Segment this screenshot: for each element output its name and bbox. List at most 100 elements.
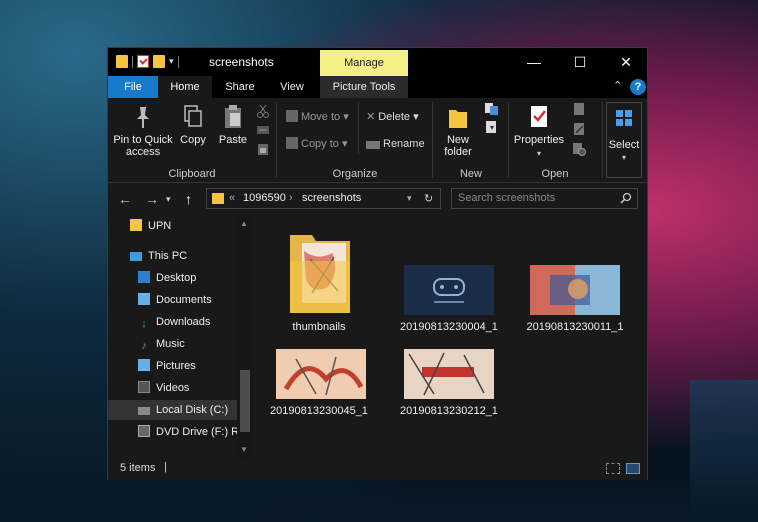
ribbon-tabs: File Home Share View Picture Tools: [108, 76, 647, 98]
refresh-icon[interactable]: ↻: [424, 192, 433, 205]
breadcrumb-item[interactable]: screenshots: [302, 192, 361, 204]
file-name: 20190813230212_1: [400, 405, 498, 417]
file-list: thumbnails 20190813230004_1 201908132300…: [254, 215, 647, 458]
file-item[interactable]: 20190813230212_1: [384, 335, 514, 445]
nav-item-label: This PC: [148, 250, 188, 262]
organize-group: Move to ▾ Copy to ▾ ✕ Delete ▾ Rename Org…: [280, 98, 430, 182]
divider: [508, 102, 509, 178]
nav-item-this-pc[interactable]: This PC: [130, 246, 187, 266]
collapse-ribbon-chevron-icon[interactable]: ⌃: [613, 79, 622, 92]
move-to-button[interactable]: Move to ▾: [286, 108, 349, 126]
nav-item-documents[interactable]: Documents: [138, 290, 212, 310]
copy-path-icon[interactable]: [256, 124, 270, 136]
file-item[interactable]: thumbnails: [254, 215, 384, 335]
up-arrow-icon[interactable]: ↑: [185, 191, 192, 207]
paste-button[interactable]: Paste: [214, 104, 252, 146]
pin-quick-access-button[interactable]: Pin to Quick access: [113, 104, 173, 158]
clipboard-group-label: Clipboard: [168, 168, 216, 180]
scroll-up-icon[interactable]: ▲: [240, 219, 248, 228]
nav-item-label: Music: [156, 338, 185, 350]
tab-manage[interactable]: Manage: [320, 50, 408, 76]
new-folder-icon[interactable]: [153, 55, 165, 68]
copy-to-label: Copy to: [301, 138, 339, 150]
breadcrumb-overflow[interactable]: «: [229, 192, 235, 204]
search-placeholder: Search screenshots: [458, 192, 556, 204]
select-label: Select: [608, 139, 640, 151]
easy-access-icon[interactable]: [484, 120, 500, 134]
copy-to-button[interactable]: Copy to ▾: [286, 135, 348, 153]
delete-icon: ✕: [366, 111, 376, 123]
tab-home[interactable]: Home: [158, 76, 212, 98]
rename-button[interactable]: Rename: [366, 135, 425, 153]
nav-item-upn[interactable]: UPN: [130, 216, 171, 236]
nav-scrollbar[interactable]: ▲ ▼: [237, 215, 253, 458]
edit-icon[interactable]: [572, 122, 586, 136]
tab-view[interactable]: View: [268, 76, 316, 98]
close-button[interactable]: ✕: [603, 48, 649, 76]
minimize-button[interactable]: —: [511, 48, 557, 76]
scroll-down-icon[interactable]: ▼: [240, 445, 248, 454]
nav-item-music[interactable]: ♪ Music: [138, 334, 185, 354]
tab-share[interactable]: Share: [212, 76, 268, 98]
file-name: 20190813230011_1: [526, 321, 624, 333]
select-button[interactable]: Select ▾: [606, 102, 642, 178]
copy-icon: [184, 105, 202, 127]
nav-item-local-disk[interactable]: Local Disk (C:): [108, 400, 237, 420]
nav-item-label: Videos: [156, 382, 190, 394]
properties-icon[interactable]: [137, 55, 149, 68]
new-folder-button[interactable]: New folder: [438, 104, 478, 158]
downloads-icon: ↓: [141, 318, 147, 330]
computer-icon: [130, 252, 142, 261]
tab-picture-tools[interactable]: Picture Tools: [320, 76, 408, 98]
nav-item-pictures[interactable]: Pictures: [138, 356, 196, 376]
properties-label: Properties: [513, 134, 565, 146]
nav-item-desktop[interactable]: Desktop: [138, 268, 196, 288]
breadcrumb-item[interactable]: 1096590: [243, 192, 286, 204]
organize-group-label: Organize: [332, 168, 378, 180]
paste-shortcut-icon[interactable]: [257, 142, 269, 156]
nav-item-downloads[interactable]: ↓ Downloads: [138, 312, 210, 332]
file-name: 20190813230004_1: [400, 321, 498, 333]
delete-button[interactable]: ✕ Delete ▾: [366, 108, 419, 126]
properties-icon: [531, 106, 547, 127]
file-item[interactable]: 20190813230004_1: [384, 215, 514, 335]
maximize-button[interactable]: ☐: [557, 48, 603, 76]
cut-icon[interactable]: [256, 104, 270, 118]
back-arrow-icon[interactable]: ←: [118, 191, 132, 207]
properties-button[interactable]: Properties ▾: [512, 104, 566, 160]
help-icon[interactable]: ?: [630, 79, 646, 95]
new-item-icon[interactable]: [484, 102, 500, 116]
new-group: New folder New: [434, 98, 508, 182]
paste-icon: [225, 105, 241, 128]
new-folder-icon: [449, 110, 467, 128]
desktop-icon: [138, 271, 150, 283]
history-icon[interactable]: [572, 142, 586, 156]
details-view-icon[interactable]: [606, 463, 620, 474]
tab-file[interactable]: File: [108, 76, 158, 98]
select-icon: [616, 110, 632, 126]
open-icon[interactable]: [572, 102, 586, 116]
videos-icon: [138, 381, 150, 393]
divider: [432, 102, 433, 178]
nav-item-dvd-drive[interactable]: DVD Drive (F:) Re: [138, 422, 245, 442]
forward-arrow-icon[interactable]: →: [145, 191, 159, 207]
address-dropdown-chevron-icon[interactable]: ▾: [407, 193, 412, 204]
file-item[interactable]: 20190813230011_1: [510, 215, 640, 335]
address-bar[interactable]: « 1096590 › screenshots ▾ ↻: [206, 188, 441, 209]
large-icons-view-icon[interactable]: [626, 463, 640, 474]
breadcrumb-separator[interactable]: ›: [289, 192, 293, 204]
search-input[interactable]: Search screenshots: [451, 188, 638, 209]
open-group: Properties ▾ Open: [510, 98, 600, 182]
copy-button[interactable]: Copy: [176, 104, 210, 146]
file-item[interactable]: 20190813230045_1: [254, 335, 384, 445]
nav-item-videos[interactable]: Videos: [138, 378, 189, 398]
nav-item-label: UPN: [148, 220, 172, 232]
scrollbar-thumb[interactable]: [240, 370, 250, 432]
select-chevron-icon: ▾: [621, 153, 626, 162]
customize-toolbar-chevron-icon[interactable]: ▾: [169, 56, 174, 67]
pin-icon: [137, 107, 149, 128]
folder-icon: [212, 193, 224, 204]
recent-chevron-icon[interactable]: ▾: [166, 194, 171, 205]
address-row: ← → ▾ ↑ « 1096590 › screenshots ▾ ↻ Sear…: [108, 183, 647, 215]
divider: [132, 55, 133, 68]
